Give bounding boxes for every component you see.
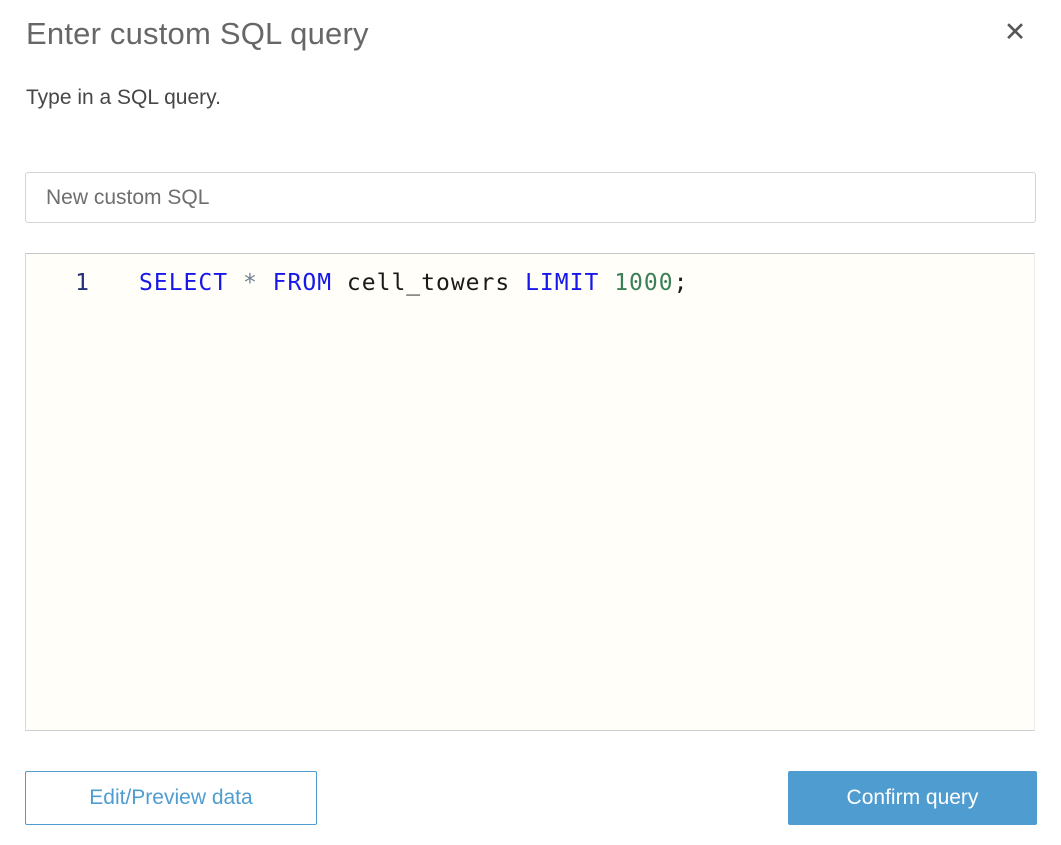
code-token: LIMIT bbox=[525, 270, 600, 296]
edit-preview-data-button[interactable]: Edit/Preview data bbox=[25, 771, 317, 825]
custom-sql-modal: Enter custom SQL query ✕ Type in a SQL q… bbox=[0, 0, 1061, 845]
page-title: Enter custom SQL query bbox=[26, 16, 369, 51]
code-token: 1000 bbox=[614, 270, 674, 296]
close-button[interactable]: ✕ bbox=[997, 14, 1033, 50]
code-line-row: 1 SELECT * FROM cell_towers LIMIT 1000; bbox=[26, 254, 1034, 298]
code-token: ; bbox=[673, 270, 689, 296]
code-line-content: SELECT * FROM cell_towers LIMIT 1000; bbox=[139, 268, 688, 298]
modal-subtitle: Type in a SQL query. bbox=[26, 86, 221, 109]
line-number: 1 bbox=[75, 270, 90, 296]
close-icon: ✕ bbox=[1003, 17, 1027, 47]
custom-sql-name-input[interactable] bbox=[25, 172, 1036, 223]
code-token: FROM bbox=[272, 270, 333, 296]
confirm-query-button[interactable]: Confirm query bbox=[788, 771, 1037, 825]
code-token: SELECT bbox=[139, 270, 229, 296]
code-token: cell_towers bbox=[332, 270, 526, 296]
sql-code-editor[interactable]: 1 SELECT * FROM cell_towers LIMIT 1000; bbox=[25, 253, 1035, 731]
code-token: * bbox=[242, 270, 258, 296]
